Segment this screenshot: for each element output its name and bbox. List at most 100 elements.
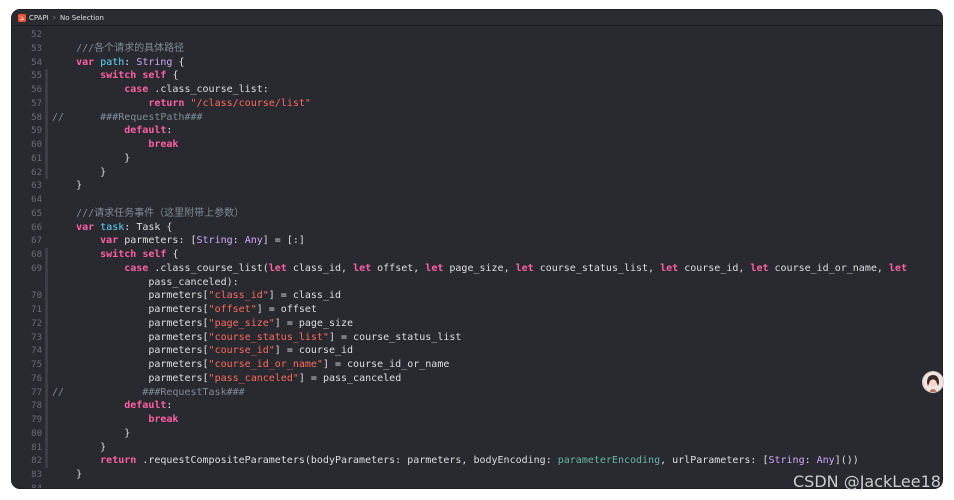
code-line[interactable]: parmeters["course_id_or_name"] = course_… [52,358,449,372]
line-number: 68 [31,250,42,260]
code-token: default [52,400,167,412]
code-token: return [52,97,185,109]
code-token: /// [52,42,95,54]
code-line[interactable]: // ###RequestTask### [52,386,245,400]
code-line[interactable]: parmeters["pass_canceled"] = pass_cancel… [52,372,401,386]
code-line[interactable]: } [52,427,130,441]
line-number: 56 [31,85,42,95]
code-token: .class_course_list( [148,262,269,274]
code-token: .class_course_list: [148,84,269,95]
line-number: 83 [31,470,42,480]
code-line[interactable]: return "/class/course/list" [52,97,311,111]
code-line[interactable]: switch self { [52,248,178,262]
code-token: } [52,469,83,480]
code-line[interactable]: } [52,468,82,482]
breadcrumb-project[interactable]: CPAPI [29,14,49,22]
code-line[interactable]: return .requestCompositeParameters(bodyP… [52,454,859,468]
jump-bar: CPAPI › No Selection [12,10,942,26]
code-line[interactable]: parmeters["class_id"] = class_id [52,289,341,303]
fold-ribbon[interactable] [45,69,48,180]
code-line[interactable]: } [52,179,82,193]
breadcrumb-selection[interactable]: No Selection [60,14,104,22]
code-token: break [52,139,179,150]
code-line[interactable]: parmeters["course_status_list"] = course… [52,331,461,345]
code-token: "class_id" [208,290,269,302]
line-number: 73 [31,332,42,343]
code-token: course_id, [678,262,751,274]
code-token: self [142,249,167,260]
code-token: ] = course_id_or_name [322,359,450,370]
code-token: "page_size" [208,317,275,329]
code-token: Any [816,455,835,467]
line-number: 75 [31,360,42,370]
code-line[interactable]: default: [52,124,172,138]
code-line[interactable]: } [52,152,130,166]
code-token: /// [52,207,95,219]
code-line[interactable]: ///请求任务事件（这里附带上参数） [52,207,244,221]
chevron-right-icon: › [52,13,56,22]
code-token: parmeters[ [52,345,209,357]
code-token: parmeters[ [52,317,209,329]
code-token: "course_id_or_name" [208,359,323,370]
code-token: ]()) [834,455,859,467]
xcode-window: CPAPI › No Selection 52 53 54 55 56 57 58 59 60 6… [12,10,942,488]
code-line[interactable]: var parmeters: [String: Any] = [:] [52,234,305,248]
code-token: course_id_or_name, [768,262,889,274]
code-token: let [888,262,907,274]
code-line[interactable]: var path: String { [52,56,185,70]
line-number: 64 [31,195,42,205]
line-number: 63 [31,181,42,192]
code-token: { [166,249,179,260]
line-number: 54 [31,57,42,68]
code-token: parameterEncoding [557,455,661,467]
line-number: 57 [31,98,42,109]
code-token: let [425,262,444,274]
line-number: 66 [31,222,42,233]
swift-icon [18,13,26,22]
code-token: var [52,235,119,247]
code-line[interactable]: break [52,413,178,427]
line-number: 67 [31,236,42,247]
code-line[interactable]: parmeters["page_size"] = page_size [52,317,353,331]
code-line[interactable]: case .class_course_list: [52,83,269,97]
line-number: 52 [31,30,42,40]
line-number: 61 [31,153,42,164]
user-avatar[interactable] [923,372,943,392]
code-token: "/class/course/list" [190,97,311,109]
code-token: "pass_canceled" [208,372,299,384]
code-token: ] = pass_canceled [298,372,402,384]
code-token: { [172,56,185,68]
source-code[interactable]: ///各个请求的具体路径 var path: String { switch s… [52,26,942,488]
line-number: 80 [31,428,42,439]
code-editor[interactable]: 52 53 54 55 56 57 58 59 60 61 62 63 64 65 66 67 68 69 70 71… [12,26,942,488]
code-token: ] = class_id [268,290,342,302]
code-line[interactable]: parmeters["course_id"] = course_id [52,344,353,358]
code-token: 请求任务事件（这里附带上参数） [94,207,245,219]
code-line[interactable]: } [52,166,106,180]
code-line[interactable]: } [52,441,106,455]
code-line[interactable]: // ###RequestPath### [52,111,203,125]
code-line[interactable]: switch self { [52,69,178,83]
line-number: 65 [31,208,42,219]
line-number: 72 [31,318,42,329]
code-line[interactable]: default: [52,399,172,413]
line-number: 82 [31,456,42,467]
code-line[interactable]: break [52,138,178,152]
code-token: : [804,455,817,467]
code-line[interactable]: var task: Task { [52,221,172,235]
code-token: path [100,56,125,68]
code-token: ] = course_id [274,345,354,357]
code-line[interactable]: ///各个请求的具体路径 [52,42,184,56]
fold-ribbon[interactable] [45,248,48,468]
code-line[interactable]: parmeters["offset"] = offset [52,303,317,317]
code-token: : Task { [124,221,173,233]
code-token: { [166,70,179,82]
code-token: page_size, [443,262,516,274]
code-token: ] = page_size [274,317,354,329]
code-line[interactable]: pass_canceled): [52,276,238,290]
code-token: .requestCompositeParameters(bodyParamete… [136,455,558,467]
code-token: , urlParameters: [ [660,455,769,467]
code-line[interactable]: case .class_course_list(let class_id, le… [52,262,907,276]
code-token: let [515,262,534,274]
line-number [12,276,42,290]
